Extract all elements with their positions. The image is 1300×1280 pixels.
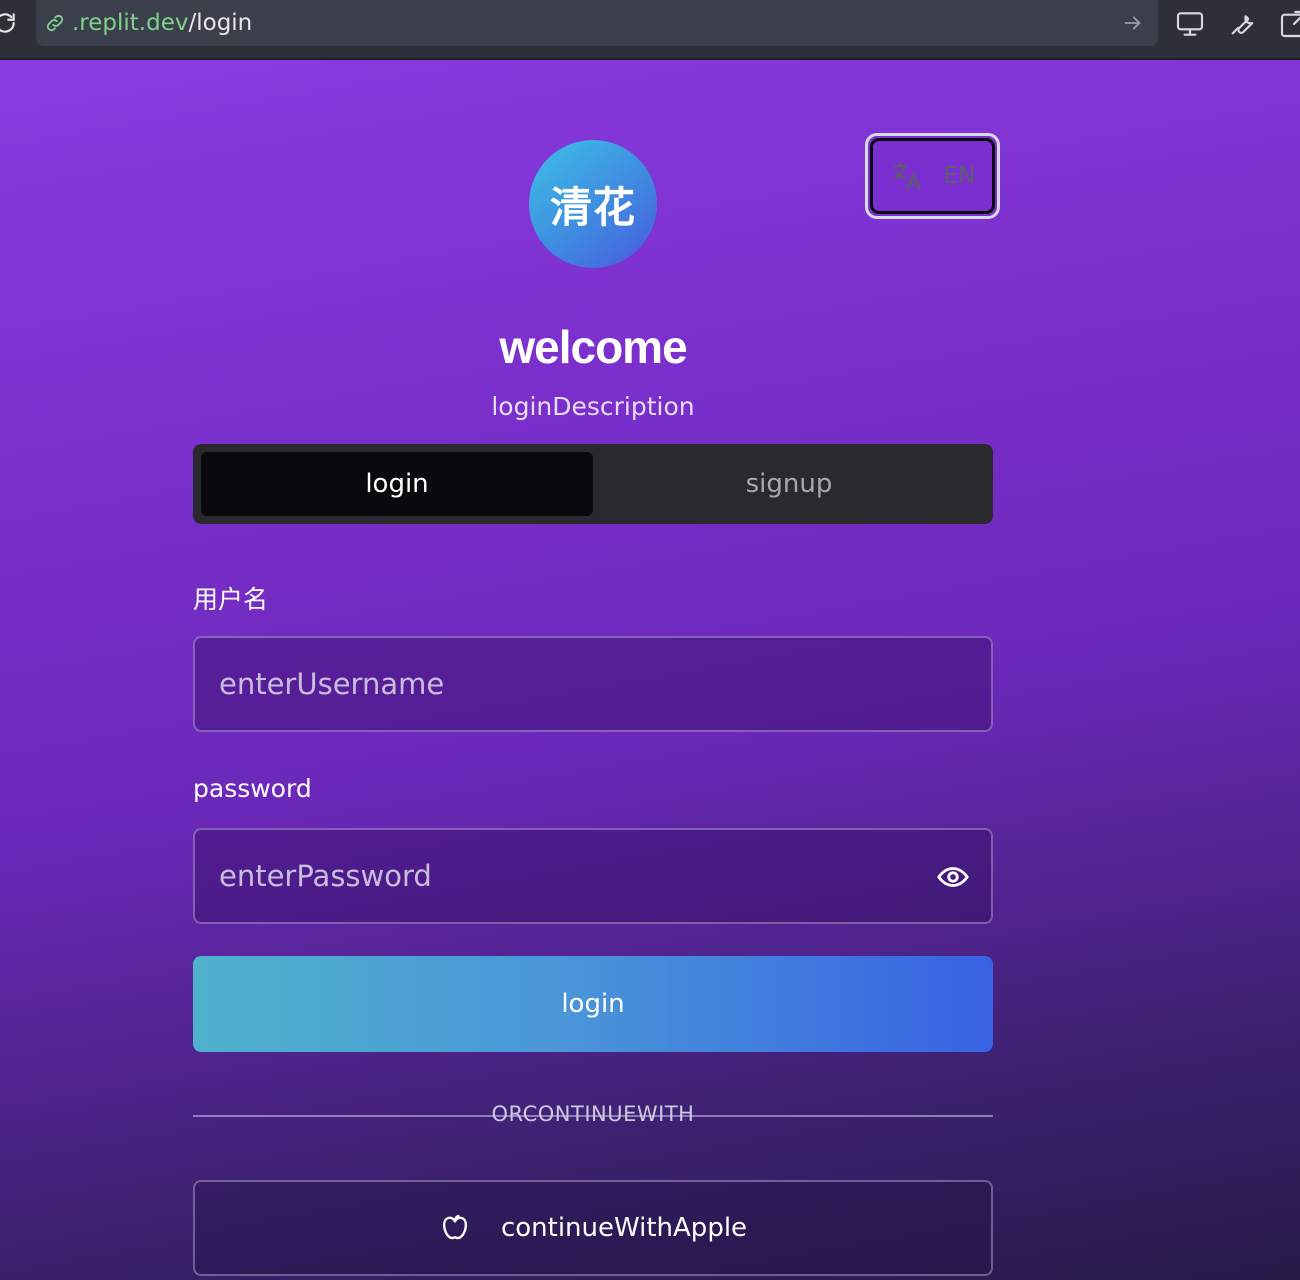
url-host: .replit.dev bbox=[72, 10, 189, 36]
page-title: welcome bbox=[499, 321, 687, 373]
username-input[interactable] bbox=[193, 636, 993, 732]
login-submit-button[interactable]: login bbox=[193, 956, 993, 1052]
link-icon bbox=[46, 14, 64, 32]
url-path: /login bbox=[188, 10, 253, 36]
language-switcher-inner: EN bbox=[870, 138, 995, 214]
wrench-icon[interactable] bbox=[1226, 8, 1258, 40]
browser-toolbar: .replit.dev/login bbox=[0, 0, 1300, 60]
reload-icon[interactable] bbox=[0, 10, 18, 36]
continue-with-apple-label: continueWithApple bbox=[500, 1213, 748, 1243]
login-page: 清花 EN welcome loginDescription login sig… bbox=[0, 60, 1300, 1280]
monitor-icon[interactable] bbox=[1174, 8, 1206, 40]
translate-icon bbox=[892, 162, 921, 190]
password-label: password bbox=[193, 774, 312, 803]
go-arrow-icon[interactable] bbox=[1122, 12, 1144, 34]
app-logo: 清花 bbox=[529, 140, 657, 268]
auth-tabs: login signup bbox=[193, 444, 993, 524]
address-bar[interactable]: .replit.dev/login bbox=[36, 0, 1158, 46]
username-label: 用户名 bbox=[193, 585, 269, 614]
tab-signup[interactable]: signup bbox=[593, 452, 985, 516]
eye-icon[interactable] bbox=[936, 860, 970, 894]
tab-login[interactable]: login bbox=[201, 452, 593, 516]
apple-icon bbox=[442, 1214, 467, 1240]
language-label: EN bbox=[943, 163, 976, 189]
continue-with-apple-button[interactable]: continueWithApple bbox=[193, 1180, 993, 1276]
divider-text: ORCONTINUEWITH bbox=[491, 1102, 695, 1126]
url-text: .replit.dev/login bbox=[72, 9, 252, 37]
language-switcher-button[interactable]: EN bbox=[865, 133, 1000, 219]
password-input[interactable] bbox=[193, 828, 993, 924]
open-external-icon[interactable] bbox=[1278, 8, 1300, 40]
page-subtitle: loginDescription bbox=[491, 392, 695, 421]
